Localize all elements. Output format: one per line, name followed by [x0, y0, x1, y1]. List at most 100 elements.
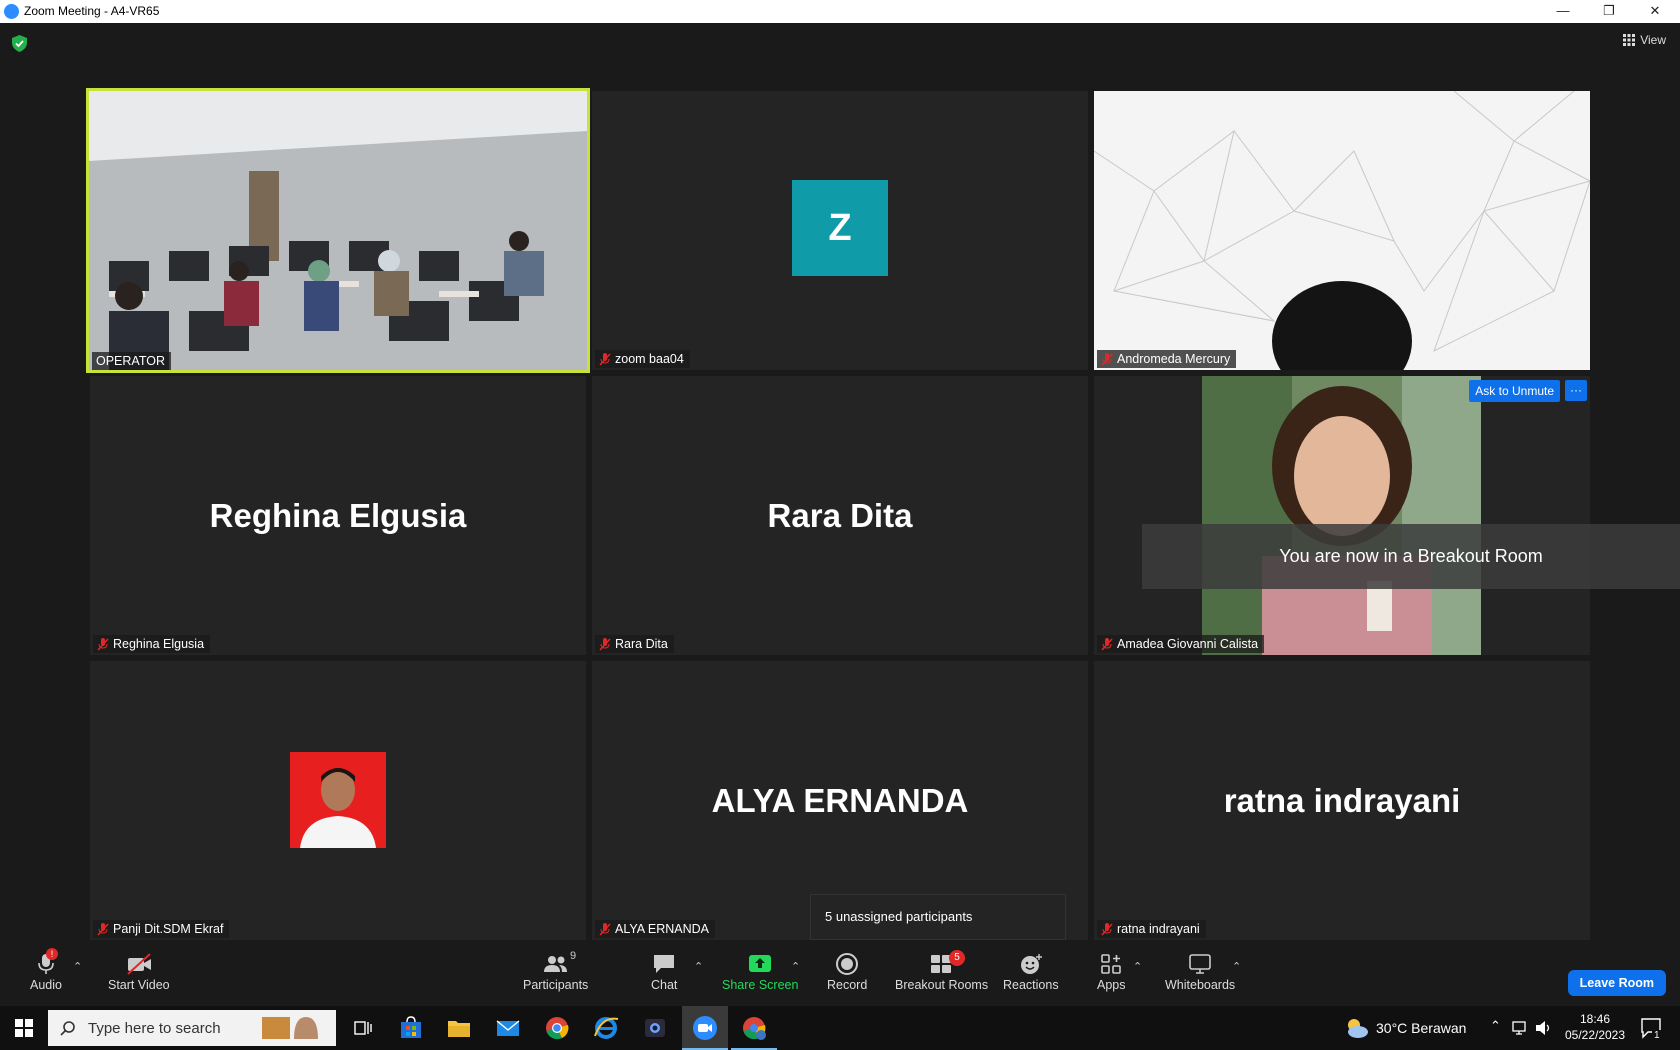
- participants-label: Participants: [523, 978, 589, 992]
- shield-icon[interactable]: [12, 35, 27, 52]
- reactions-label: Reactions: [1003, 978, 1059, 992]
- meeting-area: View OPERATOR Z zoom baa04 Andromeda Mer…: [0, 23, 1680, 946]
- breakout-rooms-button[interactable]: 5 Breakout Rooms: [895, 950, 988, 992]
- share-screen-icon: [749, 955, 772, 972]
- internet-explorer-icon[interactable]: [592, 1014, 620, 1042]
- video-tile-zoom-baa04[interactable]: Z zoom baa04: [592, 91, 1088, 370]
- muted-mic-icon: [599, 922, 611, 936]
- video-tile-ratna[interactable]: ratna indrayani ratna indrayani: [1094, 661, 1590, 940]
- unassigned-tooltip: 5 unassigned participants: [810, 894, 1066, 940]
- avatar: Z: [792, 180, 888, 276]
- network-icon[interactable]: [1512, 1020, 1530, 1036]
- store-icon[interactable]: [397, 1014, 425, 1042]
- audio-options-caret[interactable]: ⌃: [73, 960, 82, 973]
- file-explorer-icon[interactable]: [445, 1014, 473, 1042]
- record-icon: [836, 953, 859, 975]
- tooltip-text: 5 unassigned participants: [825, 909, 973, 924]
- participant-display-name: ratna indrayani: [1223, 781, 1461, 819]
- participant-video: [1202, 376, 1481, 655]
- participant-name: Rara Dita: [615, 637, 668, 651]
- muted-mic-icon: [599, 637, 611, 651]
- start-video-button[interactable]: Start Video: [108, 952, 170, 992]
- name-tag: OPERATOR: [92, 352, 171, 370]
- search-icon: [60, 1021, 75, 1036]
- classroom-video: [89, 91, 587, 370]
- name-tag: Amadea Giovanni Calista: [1097, 635, 1265, 653]
- more-options-button[interactable]: ···: [1565, 380, 1587, 401]
- participants-count: 9: [570, 950, 577, 962]
- weather-icon[interactable]: [1342, 1016, 1370, 1040]
- apps-options-caret[interactable]: ⌃: [1133, 960, 1142, 973]
- whiteboards-options-caret[interactable]: ⌃: [1232, 960, 1241, 973]
- chat-options-caret[interactable]: ⌃: [694, 960, 703, 973]
- video-tile-operator[interactable]: OPERATOR: [86, 88, 590, 373]
- close-button[interactable]: ✕: [1632, 1, 1678, 21]
- name-tag: Andromeda Mercury: [1097, 350, 1237, 368]
- name-tag: zoom baa04: [595, 350, 690, 368]
- task-view-icon[interactable]: [349, 1014, 377, 1042]
- clock-time: 18:46: [1579, 1012, 1611, 1026]
- view-button[interactable]: View: [1623, 33, 1666, 47]
- show-hidden-icons-caret[interactable]: ⌃: [1490, 1018, 1501, 1034]
- muted-mic-icon: [97, 637, 109, 651]
- video-tile-rara[interactable]: Rara Dita Rara Dita: [592, 376, 1088, 655]
- camera-app-icon[interactable]: [641, 1014, 669, 1042]
- participant-name: zoom baa04: [615, 352, 684, 366]
- window-title: Zoom Meeting - A4-VR65: [24, 4, 160, 18]
- volume-icon[interactable]: [1535, 1020, 1553, 1036]
- ask-to-unmute-button[interactable]: Ask to Unmute: [1469, 380, 1560, 402]
- share-options-caret[interactable]: ⌃: [791, 960, 800, 973]
- muted-mic-icon: [1101, 637, 1113, 651]
- meeting-toolbar: ! Audio ⌃ Start Video 9 Participants Cha…: [0, 946, 1680, 1006]
- participant-display-name: ALYA ERNANDA: [711, 781, 969, 819]
- video-tile-amadea[interactable]: Ask to Unmute ··· Amadea Giovanni Calist…: [1094, 376, 1590, 655]
- minimize-button[interactable]: —: [1540, 1, 1586, 21]
- participants-button[interactable]: 9 Participants: [523, 950, 589, 992]
- name-tag: ALYA ERNANDA: [595, 920, 716, 938]
- windows-start-icon[interactable]: [15, 1019, 33, 1037]
- taskbar-search-box[interactable]: Type here to search: [48, 1010, 336, 1046]
- chrome-icon[interactable]: [543, 1014, 571, 1042]
- whiteboards-button[interactable]: Whiteboards: [1165, 952, 1235, 992]
- share-screen-label: Share Screen: [722, 978, 799, 992]
- view-label: View: [1640, 33, 1666, 47]
- zoom-icon: [693, 1016, 717, 1040]
- chat-icon: [654, 955, 675, 973]
- name-tag: Panji Dit.SDM Ekraf: [93, 920, 230, 938]
- apps-icon: [1101, 954, 1122, 974]
- maximize-button[interactable]: ❐: [1586, 1, 1632, 21]
- notification-count: 1: [1652, 1030, 1662, 1041]
- participant-display-name: Reghina Elgusia: [209, 496, 467, 534]
- apps-label: Apps: [1097, 978, 1126, 992]
- zoom-taskbar-button[interactable]: [682, 1006, 728, 1050]
- audio-button[interactable]: ! Audio: [30, 948, 62, 992]
- profile-photo: [290, 752, 386, 848]
- zoom-app-icon: [4, 4, 19, 19]
- weather-text: 30°C Berawan: [1376, 1020, 1467, 1036]
- video-tile-panji[interactable]: Panji Dit.SDM Ekraf: [90, 661, 586, 940]
- leave-room-button[interactable]: Leave Room: [1567, 970, 1666, 996]
- search-placeholder: Type here to search: [88, 1019, 221, 1037]
- video-tile-reghina[interactable]: Reghina Elgusia Reghina Elgusia: [90, 376, 586, 655]
- reactions-button[interactable]: Reactions: [1003, 952, 1059, 992]
- muted-mic-icon: [1101, 922, 1113, 936]
- avatar-initial: Z: [828, 206, 852, 249]
- participant-name: Panji Dit.SDM Ekraf: [113, 922, 224, 936]
- chat-button[interactable]: Chat: [651, 952, 677, 992]
- breakout-badge: 5: [949, 950, 965, 966]
- apps-button[interactable]: Apps: [1097, 952, 1126, 992]
- video-tile-andromeda[interactable]: Andromeda Mercury: [1094, 91, 1590, 370]
- smiley-icon: [1020, 954, 1042, 974]
- breakout-room-toast: You are now in a Breakout Room: [1142, 524, 1680, 589]
- participant-name: Amadea Giovanni Calista: [1117, 637, 1259, 651]
- record-button[interactable]: Record: [827, 952, 867, 992]
- share-screen-button[interactable]: Share Screen: [722, 952, 798, 992]
- clock[interactable]: 18:46 05/22/2023: [1562, 1011, 1628, 1043]
- muted-mic-icon: [1101, 352, 1113, 366]
- participant-name: Andromeda Mercury: [1117, 352, 1231, 366]
- mail-icon[interactable]: [494, 1014, 522, 1042]
- chrome-profile-taskbar-button[interactable]: [731, 1006, 777, 1050]
- background-polygon-pattern: [1094, 91, 1590, 370]
- audio-alert-badge: !: [46, 948, 58, 960]
- chat-label: Chat: [651, 978, 678, 992]
